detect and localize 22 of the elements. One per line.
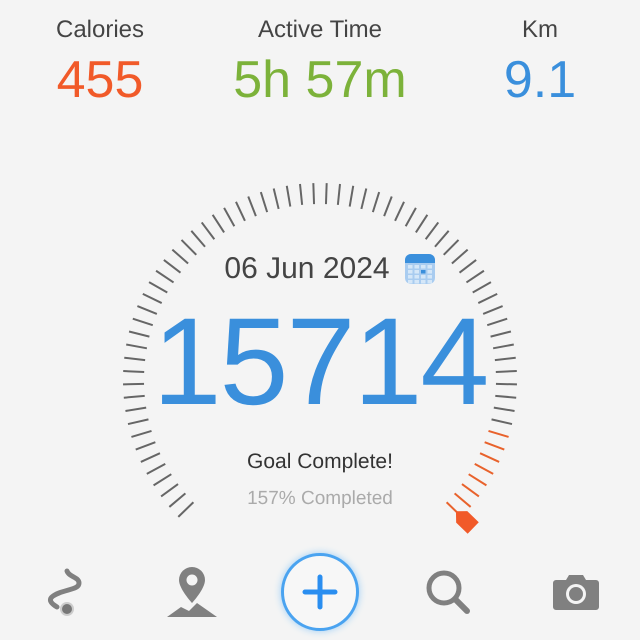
nav-button[interactable] xyxy=(45,567,83,617)
camera-icon xyxy=(552,572,600,612)
stat-value: 9.1 xyxy=(504,50,576,110)
date-text: 06 Jun 2024 xyxy=(224,252,390,286)
goal-status: Goal Complete! xyxy=(247,450,393,474)
stat-value: 5h 57m xyxy=(233,50,407,110)
add-button[interactable] xyxy=(281,553,359,631)
route-icon xyxy=(45,567,83,617)
nav-button[interactable] xyxy=(165,565,219,619)
step-count: 15714 xyxy=(152,300,488,424)
stat-label: Calories xyxy=(56,16,144,44)
progress-marker-icon xyxy=(456,511,479,534)
plus-icon xyxy=(302,574,338,610)
nav-button[interactable] xyxy=(425,569,471,615)
stat-value: 455 xyxy=(56,50,144,110)
nav-button[interactable] xyxy=(552,572,600,612)
stat-label: Active Time xyxy=(258,16,382,44)
map-pin-mountain-icon xyxy=(165,565,219,619)
stat-label: Km xyxy=(522,16,558,44)
calendar-icon[interactable] xyxy=(404,253,436,285)
search-icon xyxy=(425,569,471,615)
completion-percent: 157% Completed xyxy=(247,488,393,510)
